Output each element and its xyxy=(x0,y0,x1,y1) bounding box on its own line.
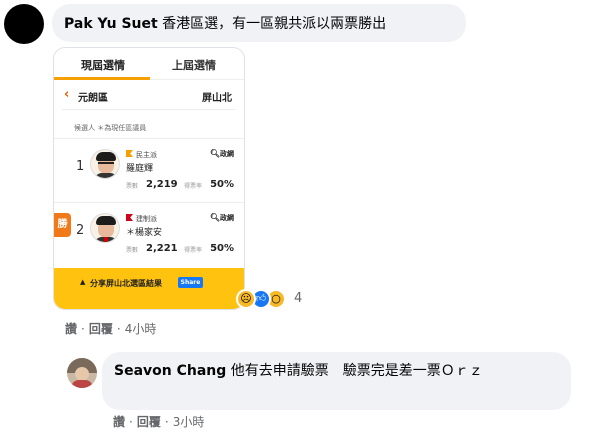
comment-actions: 讚 · 回覆 · 4小時 xyxy=(65,322,157,336)
reply-button[interactable]: 回覆 xyxy=(137,415,161,429)
candidate-camp: 民主派 xyxy=(136,151,157,159)
election-result-card[interactable]: 現屆選情 上屆選情 ‹ 元朗區 屏山北 候選人 ＊為現任區議員 1 民主派 🔍︎… xyxy=(53,47,245,310)
like-button[interactable]: 讚 xyxy=(113,415,125,429)
reply-avatar[interactable] xyxy=(67,358,97,388)
share-bar[interactable]: ▲ 分享屏山北選區結果 Share xyxy=(54,268,244,309)
platform-link[interactable]: 🔍︎政綱 xyxy=(210,149,234,159)
votes-label: 票數 xyxy=(126,183,139,190)
tab-previous-election[interactable]: 上屆選情 xyxy=(172,57,216,73)
comment-author[interactable]: Pak Yu Suet xyxy=(64,16,158,32)
reply-text: 他有去申請驗票 驗票完是差一票Ｏｒｚ xyxy=(230,363,483,379)
comment-text: 香港區選，有一區親共派以兩票勝出 xyxy=(162,16,387,32)
candidate-rank: 2 xyxy=(76,223,85,238)
reply-button[interactable]: 回覆 xyxy=(89,322,113,336)
platform-link[interactable]: 🔍︎政綱 xyxy=(210,213,234,223)
winner-badge: 勝 xyxy=(54,213,71,237)
reaction-count: 4 xyxy=(294,291,303,306)
district-header: ‹ 元朗區 屏山北 xyxy=(62,80,236,110)
comment-timestamp[interactable]: 4小時 xyxy=(125,322,157,336)
votes-label: 票數 xyxy=(126,247,139,254)
comment-bubble: Pak Yu Suet 香港區選，有一區親共派以兩票勝出 xyxy=(52,4,466,42)
share-label: 得票率 xyxy=(184,183,203,190)
candidate-votes: 2,219 xyxy=(146,179,178,190)
search-icon: 🔍︎ xyxy=(209,149,220,158)
candidate-row: 勝 2 建制派 🔍︎政綱 ＊楊家安 票數 2,221 得票率 50% xyxy=(54,202,244,264)
candidate-row: 1 民主派 🔍︎政綱 羅庭輝 票數 2,219 得票率 50% xyxy=(54,138,244,200)
candidate-name: ＊楊家安 xyxy=(126,228,163,238)
camp-flag-icon xyxy=(126,150,133,157)
reply-bubble: Seavon Chang 他有去申請驗票 驗票完是差一票Ｏｒｚ xyxy=(102,352,571,410)
candidate-name: 羅庭輝 xyxy=(126,164,154,174)
share-button[interactable]: Share xyxy=(178,277,203,288)
triangle-up-icon: ▲ xyxy=(80,278,86,286)
sad-reaction-icon: ☹ xyxy=(236,289,256,309)
tab-current-election[interactable]: 現屆選情 xyxy=(81,57,125,73)
candidate-photo xyxy=(90,149,120,179)
candidate-note: 候選人 ＊為現任區議員 xyxy=(74,124,147,132)
commenter-avatar[interactable] xyxy=(4,4,44,44)
camp-flag-icon xyxy=(126,214,133,221)
candidate-percentage: 50% xyxy=(210,243,234,254)
district-name: 元朗區 xyxy=(78,93,108,104)
reply-actions: 讚 · 回覆 · 3小時 xyxy=(113,415,205,429)
candidate-photo xyxy=(90,213,120,243)
search-icon: 🔍︎ xyxy=(209,213,220,222)
constituency-name: 屏山北 xyxy=(202,93,232,104)
reply-timestamp[interactable]: 3小時 xyxy=(173,415,205,429)
share-label: 得票率 xyxy=(184,247,203,254)
tab-bar: 現屆選情 上屆選情 xyxy=(54,48,244,80)
candidate-votes: 2,221 xyxy=(146,243,178,254)
candidate-camp: 建制派 xyxy=(136,215,157,223)
like-button[interactable]: 讚 xyxy=(65,322,77,336)
share-text: 分享屏山北選區結果 xyxy=(90,279,162,288)
candidate-percentage: 50% xyxy=(210,179,234,190)
chevron-left-icon[interactable]: ‹ xyxy=(64,88,69,102)
reply-author[interactable]: Seavon Chang xyxy=(114,363,226,379)
candidate-rank: 1 xyxy=(76,159,85,174)
